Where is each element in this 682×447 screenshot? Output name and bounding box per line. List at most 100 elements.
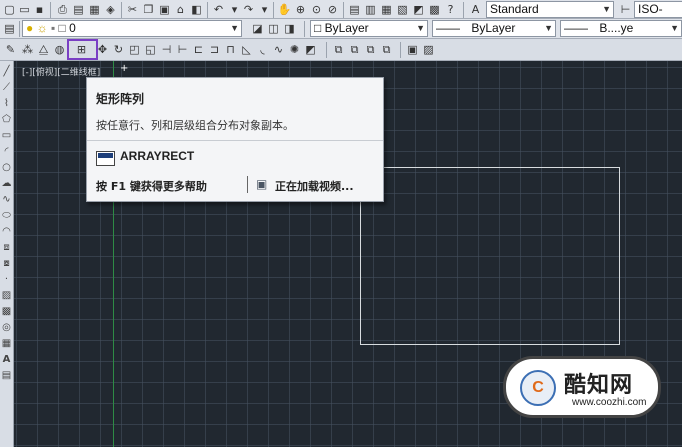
new-file-icon[interactable]: ▢ bbox=[2, 2, 17, 17]
video-icon: ▣ bbox=[256, 177, 268, 191]
color-select[interactable]: □ ByLayer ▼ bbox=[310, 20, 428, 37]
hatch-back-icon[interactable]: ▨ bbox=[421, 42, 436, 57]
tooltip-separator bbox=[247, 176, 248, 193]
stretch-icon[interactable]: ◱ bbox=[143, 42, 158, 57]
layer-states-icon[interactable]: ◨ bbox=[282, 21, 297, 36]
command-tooltip: 矩形阵列 按任意行、列和层级组合分布对象副本。 ARRAYRECT 按 F1 键… bbox=[86, 77, 384, 202]
linetype-value: ByLayer bbox=[471, 21, 516, 35]
modify-toolbar: ✎ ⁂ ⧋ ◍ ⊞ ✥ ↻ ◰ ◱ ⊣ ⊢ ⊏ ⊐ ⊓ ◺ ◟ ∿ ✺ ◩ ⧉ … bbox=[0, 39, 682, 61]
zoom-previous-icon[interactable]: ⊘ bbox=[325, 2, 340, 17]
add-selected-icon[interactable]: ▤ bbox=[0, 369, 13, 383]
line-icon[interactable]: ╱ bbox=[0, 65, 13, 79]
publish-icon[interactable]: ▦ bbox=[87, 2, 102, 17]
properties-icon[interactable]: ▤ bbox=[347, 2, 362, 17]
linetype-select[interactable]: —— ByLayer ▼ bbox=[432, 20, 556, 37]
make-block-icon[interactable]: ⧇ bbox=[0, 257, 13, 271]
copy-object-icon[interactable]: ⁂ bbox=[20, 42, 35, 57]
markup-icon[interactable]: ◩ bbox=[411, 2, 426, 17]
dim-style-value: ISO- bbox=[638, 2, 663, 16]
undo-icon[interactable]: ↶ bbox=[211, 2, 226, 17]
undo-dropdown-icon[interactable]: ▾ bbox=[227, 2, 242, 17]
ellipse-icon[interactable]: ⬭ bbox=[0, 209, 13, 223]
break-icon[interactable]: ⊐ bbox=[207, 42, 222, 57]
polygon-icon[interactable]: ⬠ bbox=[0, 113, 13, 127]
watermark-url: www.coozhi.com bbox=[572, 397, 647, 408]
text-style-icon[interactable]: A bbox=[468, 2, 483, 17]
tooltip-video-status: 正在加载视频... bbox=[275, 180, 354, 193]
design-center-icon[interactable]: ▥ bbox=[363, 2, 378, 17]
explode-icon[interactable]: ✺ bbox=[287, 42, 302, 57]
quickcalc-icon[interactable]: ▩ bbox=[427, 2, 442, 17]
scale-icon[interactable]: ◰ bbox=[127, 42, 142, 57]
draw-toolbar: ╱ ⟋ ⌇ ⬠ ▭ ◜ ○ ☁ ∿ ⬭ ◠ ⧈ ⧇ · ▨ ▩ ◎ ▦ A ▤ bbox=[0, 61, 14, 447]
gradient-icon[interactable]: ▩ bbox=[0, 305, 13, 319]
redo-dropdown-icon[interactable]: ▾ bbox=[257, 2, 272, 17]
pan-icon[interactable]: ✋ bbox=[277, 2, 292, 17]
multiline-text-icon[interactable]: A bbox=[0, 353, 13, 367]
send-under-icon[interactable]: ⧉ bbox=[379, 42, 394, 57]
dim-style-select[interactable]: ISO- bbox=[634, 1, 682, 18]
offset-icon[interactable]: ◍ bbox=[52, 42, 67, 57]
watermark-text: 酷知网 bbox=[564, 373, 634, 398]
bring-above-icon[interactable]: ⧉ bbox=[363, 42, 378, 57]
text-front-icon[interactable]: ▣ bbox=[405, 42, 420, 57]
fillet-icon[interactable]: ◟ bbox=[255, 42, 270, 57]
layer-previous-icon[interactable]: ◫ bbox=[266, 21, 281, 36]
lock-icon: ▪ bbox=[50, 21, 56, 35]
extend-icon[interactable]: ⊢ bbox=[175, 42, 190, 57]
layer-properties-icon[interactable]: ▤ bbox=[2, 21, 17, 36]
copy-icon[interactable]: ❐ bbox=[141, 2, 156, 17]
table-icon[interactable]: ▦ bbox=[0, 337, 13, 351]
print-icon[interactable]: ⎙ bbox=[55, 2, 70, 17]
ellipse-arc-icon[interactable]: ◠ bbox=[0, 225, 13, 239]
tooltip-divider bbox=[87, 140, 383, 141]
layer-select[interactable]: ● ☼ ▪ □ 0 ▼ bbox=[22, 20, 242, 37]
edit-icon[interactable]: ◩ bbox=[303, 42, 318, 57]
text-style-select[interactable]: Standard ▼ bbox=[486, 1, 614, 18]
spline-icon[interactable]: ∿ bbox=[0, 193, 13, 207]
command-window-icon bbox=[96, 151, 115, 166]
lineweight-select[interactable]: —— B....ye ▼ bbox=[560, 20, 682, 37]
blend-icon[interactable]: ∿ bbox=[271, 42, 286, 57]
standard-toolbar: ▢ ▭ ▪ ⎙ ▤ ▦ ◈ ✂ ❐ ▣ ⌂ ◧ ↶ ▾ ↷ ▾ ✋ ⊕ ⊙ ⊘ … bbox=[0, 0, 682, 19]
drawn-rectangle[interactable] bbox=[360, 167, 620, 345]
revision-cloud-icon[interactable]: ☁ bbox=[0, 177, 13, 191]
tooltip-command-name: ARRAYRECT bbox=[120, 149, 195, 163]
erase-icon[interactable]: ✎ bbox=[3, 42, 18, 57]
paste-icon[interactable]: ▣ bbox=[157, 2, 172, 17]
send-to-back-icon[interactable]: ⧉ bbox=[347, 42, 362, 57]
chevron-down-icon: ▼ bbox=[602, 4, 611, 14]
tool-palettes-icon[interactable]: ▦ bbox=[379, 2, 394, 17]
zoom-window-icon[interactable]: ⊙ bbox=[309, 2, 324, 17]
rotate-icon[interactable]: ↻ bbox=[111, 42, 126, 57]
rectangle-icon[interactable]: ▭ bbox=[0, 129, 13, 143]
bring-to-front-icon[interactable]: ⧉ bbox=[331, 42, 346, 57]
mirror-icon[interactable]: ⧋ bbox=[36, 42, 51, 57]
point-icon[interactable]: · bbox=[0, 273, 13, 287]
insert-block-icon[interactable]: ⧈ bbox=[0, 241, 13, 255]
make-current-icon[interactable]: ◪ bbox=[250, 21, 265, 36]
chevron-down-icon: ▼ bbox=[416, 23, 425, 33]
match-properties-icon[interactable]: ⌂ bbox=[173, 2, 188, 17]
polyline-icon[interactable]: ⌇ bbox=[0, 97, 13, 111]
redo-icon[interactable]: ↷ bbox=[241, 2, 256, 17]
arc-icon[interactable]: ◜ bbox=[0, 145, 13, 159]
break-at-point-icon[interactable]: ⊏ bbox=[191, 42, 206, 57]
chamfer-icon[interactable]: ◺ bbox=[239, 42, 254, 57]
open-file-icon[interactable]: ▭ bbox=[17, 2, 32, 17]
trim-icon[interactable]: ⊣ bbox=[159, 42, 174, 57]
3d-print-icon[interactable]: ◈ bbox=[103, 2, 118, 17]
circle-icon[interactable]: ○ bbox=[0, 161, 13, 175]
cut-icon[interactable]: ✂ bbox=[125, 2, 140, 17]
help-icon[interactable]: ? bbox=[443, 2, 458, 17]
region-icon[interactable]: ◎ bbox=[0, 321, 13, 335]
join-icon[interactable]: ⊓ bbox=[223, 42, 238, 57]
save-icon[interactable]: ▪ bbox=[32, 2, 47, 17]
block-editor-icon[interactable]: ◧ bbox=[189, 2, 204, 17]
construction-line-icon[interactable]: ⟋ bbox=[0, 81, 13, 95]
dim-style-icon[interactable]: ⊢ bbox=[618, 2, 633, 17]
zoom-realtime-icon[interactable]: ⊕ bbox=[293, 2, 308, 17]
hatch-icon[interactable]: ▨ bbox=[0, 289, 13, 303]
print-preview-icon[interactable]: ▤ bbox=[71, 2, 86, 17]
sheet-set-icon[interactable]: ▧ bbox=[395, 2, 410, 17]
